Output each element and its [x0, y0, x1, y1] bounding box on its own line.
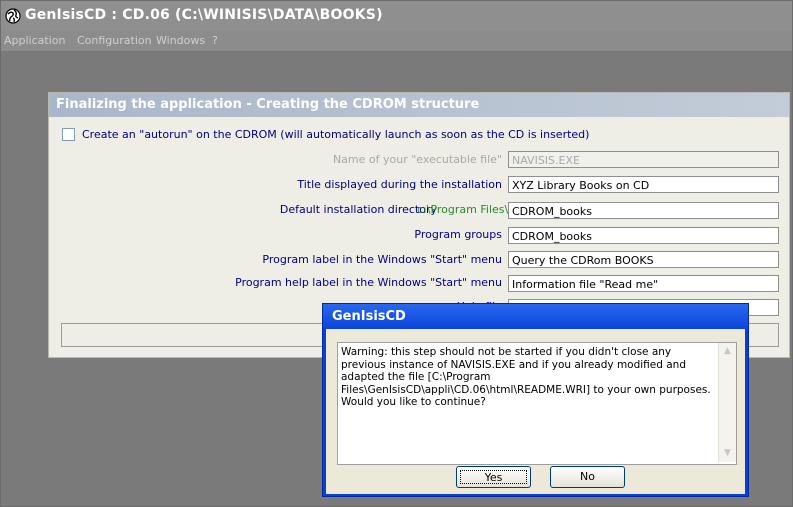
menu-bar: Application Configuration Windows ?: [1, 31, 792, 52]
menu-application[interactable]: Application: [4, 34, 65, 47]
menu-windows[interactable]: Windows: [156, 34, 205, 47]
menu-configuration[interactable]: Configuration: [77, 34, 152, 47]
program-groups-label: Program groups: [414, 228, 502, 241]
start-menu-label: Program label in the Windows "Start" men…: [262, 253, 502, 266]
install-directory-field[interactable]: CDROM_books: [508, 202, 779, 219]
yes-button[interactable]: Yes: [456, 466, 531, 488]
message-scrollbar[interactable]: ▲ ▼: [718, 343, 736, 462]
autorun-label: Create an "autorun" on the CDROM (will a…: [82, 128, 590, 141]
window-title: GenIsisCD : CD.06 (C:\WINISIS\DATA\BOOKS…: [25, 7, 383, 23]
message-box: Warning: this step should not be started…: [337, 342, 737, 465]
installation-title-field[interactable]: XYZ Library Books on CD: [508, 176, 779, 193]
menu-help[interactable]: ?: [212, 34, 218, 47]
executable-file-field[interactable]: NAVISIS.EXE: [508, 151, 779, 168]
install-directory-label: Default installation directory: [279, 203, 437, 216]
autorun-checkbox[interactable]: [62, 128, 75, 141]
dialog-body: Warning: this step should not be started…: [326, 329, 745, 494]
installation-title-label: Title displayed during the installation: [297, 178, 502, 191]
no-button[interactable]: No: [550, 466, 625, 488]
title-bar: GenIsisCD : CD.06 (C:\WINISIS\DATA\BOOKS…: [1, 1, 792, 31]
scroll-down-icon[interactable]: ▼: [719, 445, 736, 462]
install-directory-prefix: c:\Program Files\: [417, 203, 509, 216]
start-menu-field[interactable]: Query the CDRom BOOKS: [508, 251, 779, 268]
dialog-title: GenIsisCD: [323, 304, 748, 329]
program-groups-field[interactable]: CDROM_books: [508, 227, 779, 244]
application-window: GenIsisCD : CD.06 (C:\WINISIS\DATA\BOOKS…: [0, 0, 793, 507]
globe-icon: [5, 8, 21, 24]
scroll-up-icon[interactable]: ▲: [719, 343, 736, 360]
warning-message: Warning: this step should not be started…: [341, 346, 711, 409]
yes-button-label: Yes: [460, 470, 527, 484]
start-menu-help-field[interactable]: Information file "Read me": [508, 275, 779, 292]
start-menu-help-label: Program help label in the Windows "Start…: [235, 276, 502, 289]
form-title: Finalizing the application - Creating th…: [49, 93, 789, 117]
confirm-dialog: GenIsisCD Warning: this step should not …: [322, 303, 749, 497]
executable-file-label: Name of your "executable file": [332, 153, 502, 166]
